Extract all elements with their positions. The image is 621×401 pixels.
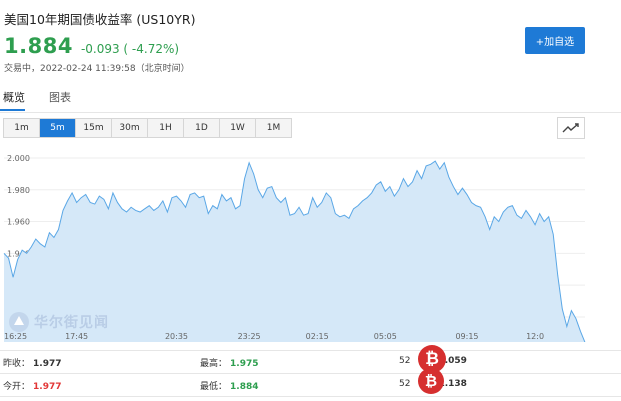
period-button[interactable]: 1m bbox=[4, 119, 40, 137]
x-tick-label: 09:15 bbox=[455, 332, 478, 341]
instrument-title: 美国10年期国债收益率 (US10YR) bbox=[4, 12, 196, 27]
period-selector: 1m 5m 15m 30m 1H 1D 1W 1M bbox=[3, 118, 292, 138]
stat-low: 最低： 1.884 bbox=[200, 382, 259, 392]
price-change: -0.093 ( -4.72%) bbox=[80, 42, 180, 56]
tab-chart[interactable]: 图表 bbox=[49, 89, 71, 105]
y-tick-label: 1.980 bbox=[7, 186, 30, 195]
last-price: 1.884 bbox=[4, 34, 73, 58]
add-watchlist-button[interactable]: +加自选 bbox=[525, 27, 585, 54]
price-row: 1.884 -0.093 ( -4.72%) bbox=[4, 34, 179, 58]
stats-panel: 昨收： 1.977 最高： 1.975 52 2.059 今开： 1.977 最低： 1.… bbox=[0, 350, 621, 401]
stat-high: 最高： 1.975 bbox=[200, 359, 259, 369]
period-button[interactable]: 1H bbox=[148, 119, 184, 137]
tab-active-indicator bbox=[0, 109, 25, 111]
period-button[interactable]: 5m bbox=[40, 119, 76, 137]
period-button[interactable]: 1D bbox=[184, 119, 220, 137]
tab-overview[interactable]: 概览 bbox=[3, 89, 25, 105]
x-tick-label: 20:35 bbox=[165, 332, 188, 341]
y-tick-label: 1.960 bbox=[7, 218, 30, 227]
watermark: 华尔街见闻 bbox=[8, 311, 109, 333]
line-chart-icon bbox=[562, 123, 579, 133]
y-tick-label: 2.000 bbox=[7, 154, 30, 163]
tab-bar: 概览 图表 bbox=[0, 86, 621, 113]
period-button[interactable]: 30m bbox=[112, 119, 148, 137]
period-button[interactable]: 1W bbox=[220, 119, 256, 137]
stat-prev-close: 昨收： 1.977 bbox=[3, 359, 62, 369]
watermark-text: 华尔街见闻 bbox=[34, 315, 109, 331]
period-button[interactable]: 1M bbox=[256, 119, 291, 137]
x-tick-label: 02:15 bbox=[306, 332, 329, 341]
bitcoin-watermark-icon: ₿ bbox=[418, 368, 444, 394]
x-tick-label: 05:05 bbox=[374, 332, 397, 341]
x-tick-label: 12:0 bbox=[526, 332, 544, 341]
chart-type-button[interactable] bbox=[557, 117, 585, 139]
x-tick-label: 16:25 bbox=[4, 332, 27, 341]
watermark-logo-icon bbox=[9, 312, 29, 332]
period-button[interactable]: 15m bbox=[76, 119, 112, 137]
trade-status: 交易中，2022-02-24 11:39:58（北京时间） bbox=[4, 64, 190, 74]
stat-open: 今开： 1.977 bbox=[3, 382, 62, 392]
x-tick-label: 17:45 bbox=[65, 332, 88, 341]
x-tick-label: 23:25 bbox=[238, 332, 261, 341]
